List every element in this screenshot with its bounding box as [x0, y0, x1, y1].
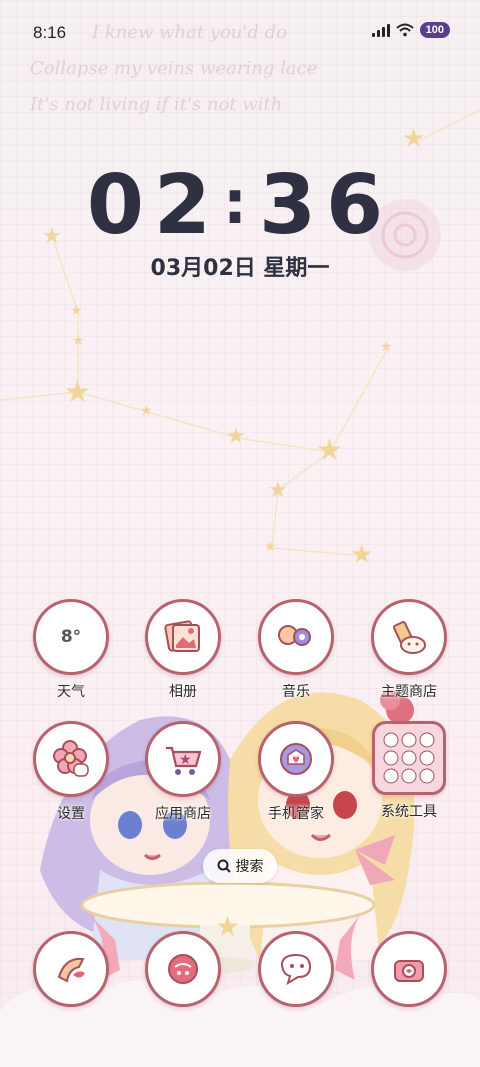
search-label: 搜索: [235, 859, 264, 875]
music-icon: [258, 599, 334, 675]
search-icon: [217, 859, 231, 873]
status-icons: 100: [371, 22, 450, 38]
battery-icon: 100: [419, 22, 450, 38]
app-label: 系统工具: [381, 804, 437, 820]
clock-hours: 02: [86, 158, 221, 253]
app-store-icon: ★: [145, 721, 221, 797]
messages-icon: [145, 931, 221, 1007]
app-gallery[interactable]: 相册: [128, 599, 238, 701]
clock-minutes: 36: [259, 158, 394, 253]
app-theme-store[interactable]: 主题商店: [354, 599, 464, 701]
star-icon: ★: [140, 403, 153, 419]
lock-clock: 02:36: [0, 158, 480, 253]
theme-store-icon: [371, 599, 447, 675]
dock-phone[interactable]: [16, 931, 126, 1007]
dock-chat[interactable]: [241, 931, 351, 1007]
app-label: 天气: [57, 684, 85, 700]
app-phone-manager[interactable]: 手机管家: [241, 721, 351, 823]
star-icon: ★: [350, 540, 374, 570]
app-label: 应用商店: [155, 806, 211, 822]
weather-icon: 8°: [33, 599, 109, 675]
gallery-icon: [145, 599, 221, 675]
date-label: 03月02日 星期一: [150, 256, 330, 281]
status-bar: 8:16 100: [0, 0, 480, 60]
star-icon: ★: [70, 303, 83, 319]
app-label: 主题商店: [381, 684, 437, 700]
star-icon: ★: [380, 339, 393, 355]
app-weather[interactable]: 8° 天气: [16, 599, 126, 701]
dock-messages[interactable]: [128, 931, 238, 1007]
app-label: 手机管家: [268, 806, 324, 822]
phone-manager-icon: [258, 721, 334, 797]
folder-system-tools[interactable]: 系统工具: [354, 721, 464, 821]
star-icon: ★: [64, 375, 91, 410]
app-app-store[interactable]: ★ 应用商店: [128, 721, 238, 823]
svg-text:★: ★: [179, 752, 192, 768]
search-button[interactable]: 搜索: [203, 849, 277, 883]
clock-colon: :: [223, 168, 257, 238]
star-icon: ★: [72, 333, 85, 349]
camera-icon: [371, 931, 447, 1007]
app-label: 设置: [57, 806, 85, 822]
chat-icon: [258, 931, 334, 1007]
star-icon: ★: [268, 478, 288, 503]
app-music[interactable]: 音乐: [241, 599, 351, 701]
app-label: 音乐: [282, 684, 310, 700]
star-icon: ★: [264, 539, 277, 555]
app-settings[interactable]: 设置: [16, 721, 126, 823]
status-time: 8:16: [33, 23, 67, 42]
phone-icon: [33, 931, 109, 1007]
system-tools-folder-icon: [372, 721, 446, 795]
star-icon: ★: [316, 433, 343, 468]
wifi-icon: [395, 23, 414, 37]
star-icon: ★: [226, 424, 246, 449]
signal-icon: [371, 23, 390, 37]
settings-icon: [33, 721, 109, 797]
app-label: 相册: [169, 684, 197, 700]
dock-camera[interactable]: [354, 931, 464, 1007]
star-icon: ★: [402, 124, 426, 154]
